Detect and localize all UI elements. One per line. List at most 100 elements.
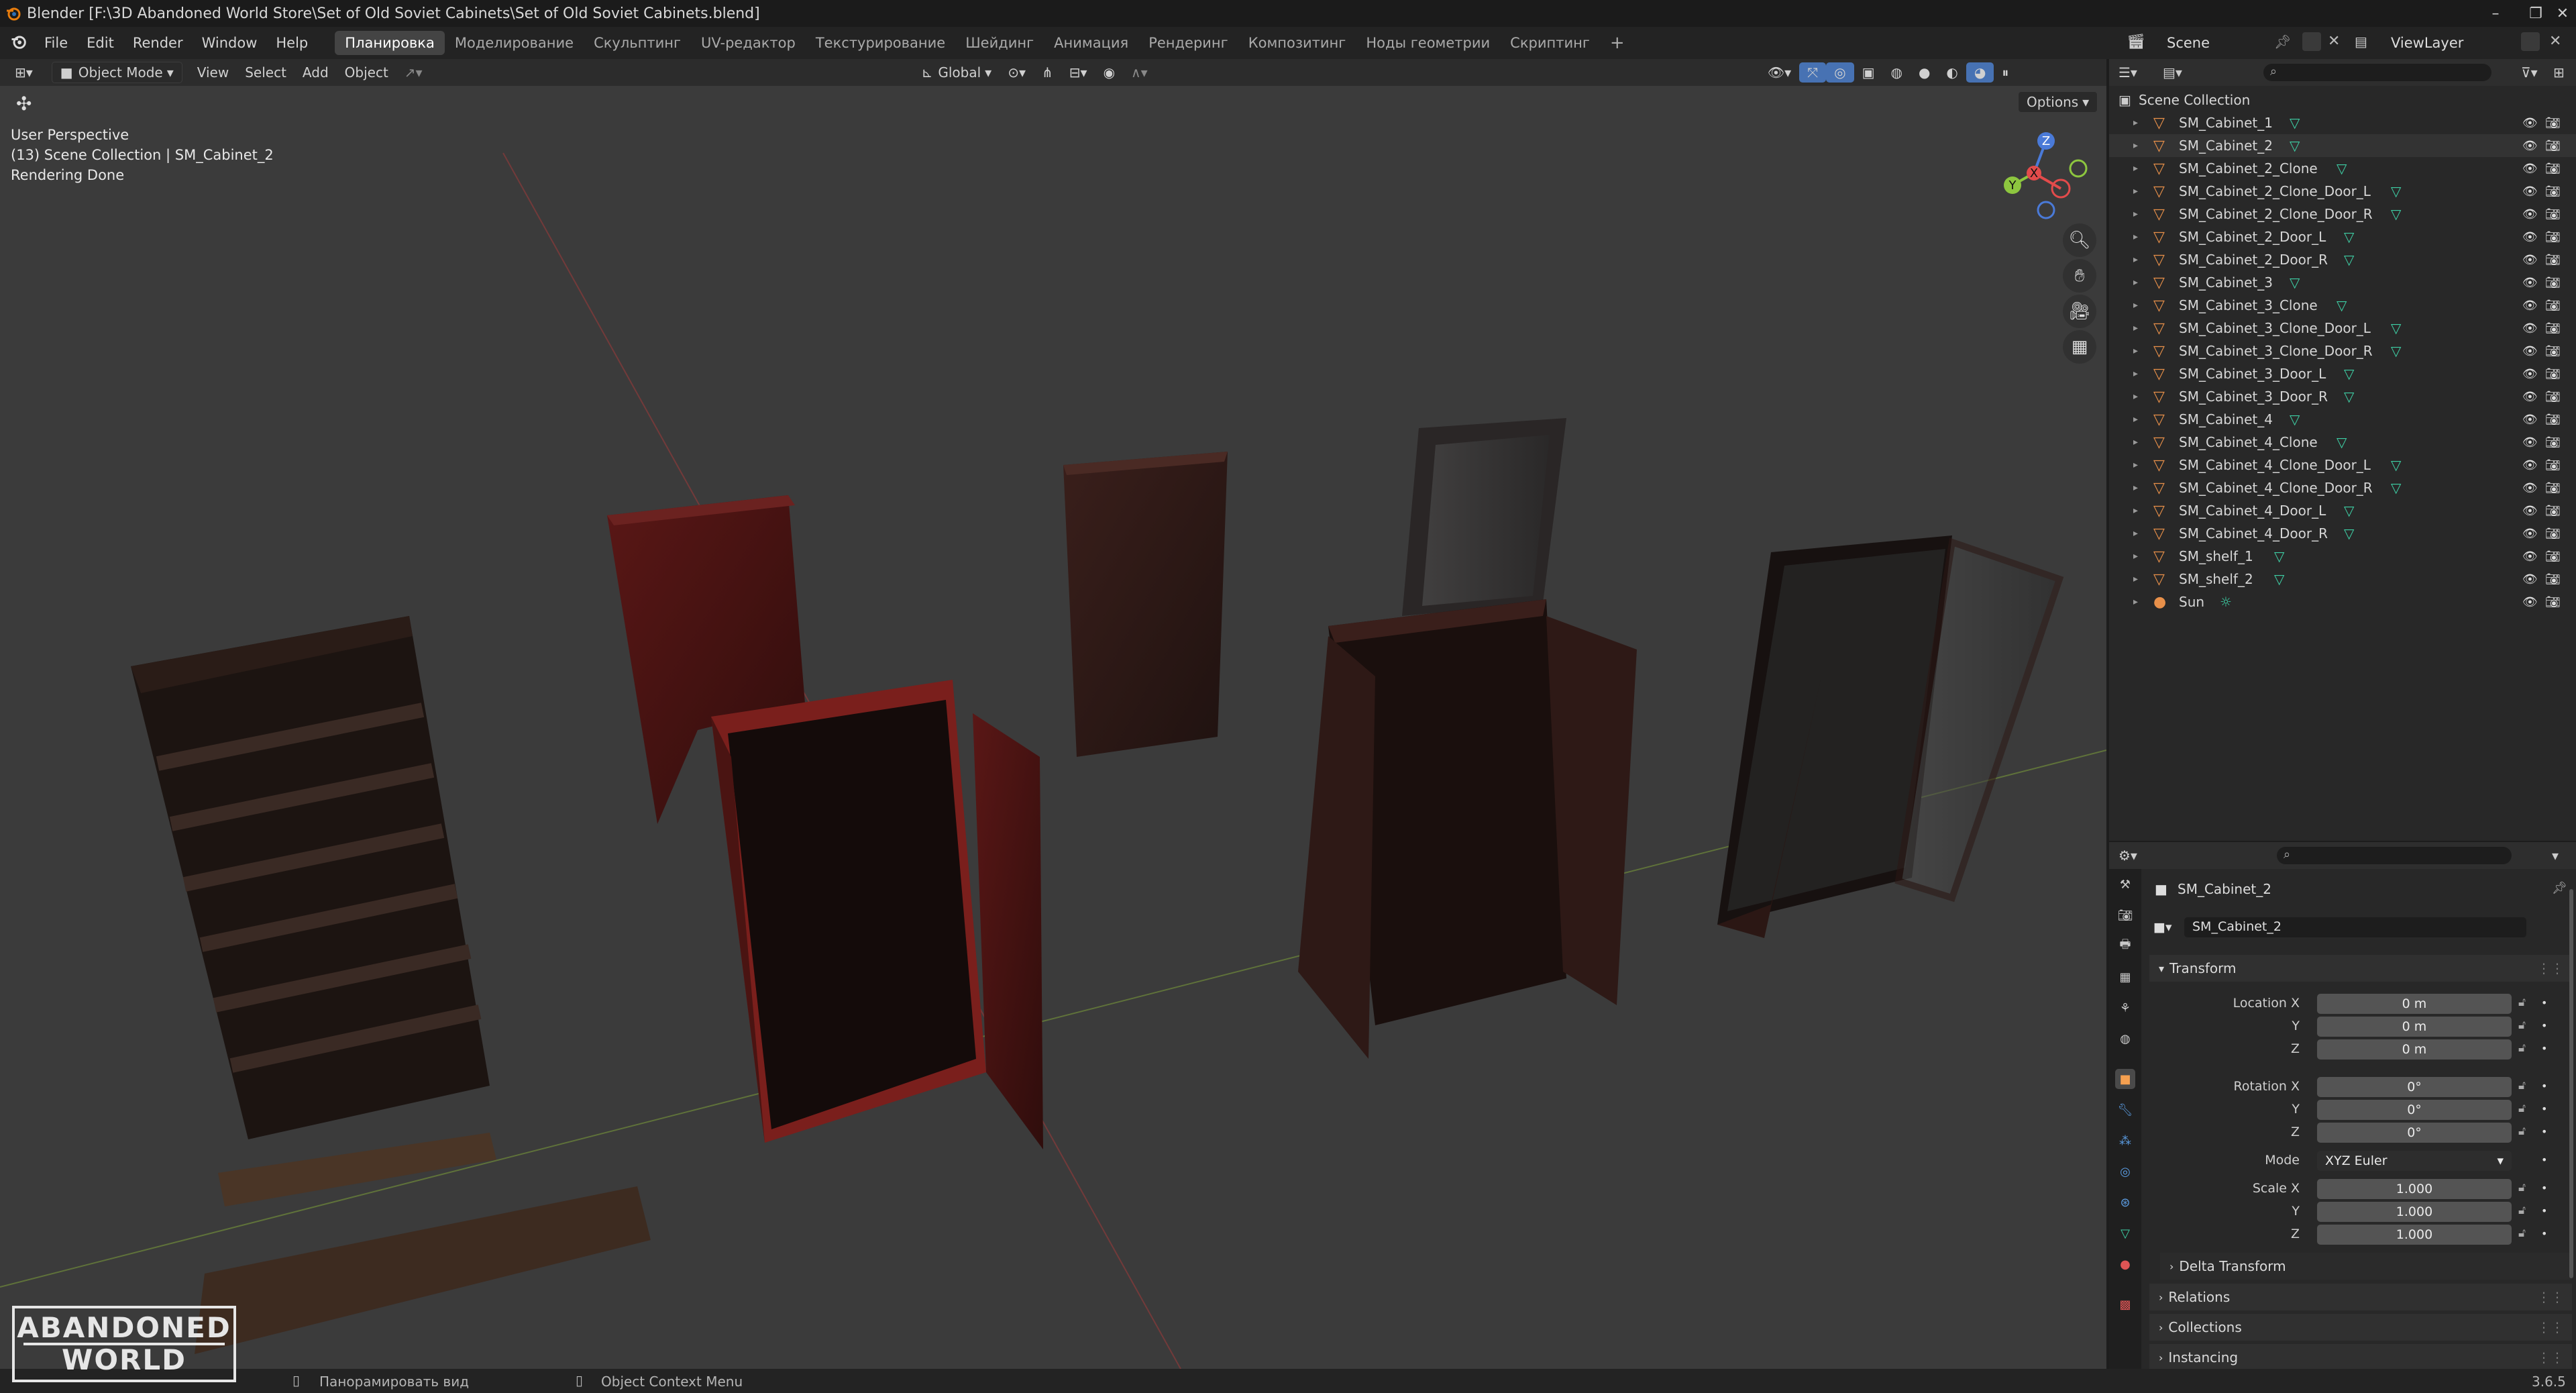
perspective-toggle-icon[interactable]: ▦ — [2063, 330, 2096, 364]
outliner-item[interactable]: ▸ ▽ SM_Cabinet_3_Clone_Door_L ▽ 👁︎ 📷︎ — [2109, 317, 2576, 340]
visibility-eye-icon[interactable]: 👁︎ — [2522, 321, 2538, 336]
drag-handle-icon[interactable]: ⋮⋮ — [2537, 960, 2564, 976]
mesh-data-tab-icon[interactable]: ▽ — [2115, 1223, 2135, 1243]
drag-handle-icon[interactable]: ⋮⋮ — [2537, 1319, 2564, 1335]
visibility-eye-icon[interactable]: 👁︎ — [2522, 139, 2538, 153]
visibility-eye-icon[interactable]: 👁︎ — [2522, 185, 2538, 199]
expand-arrow-icon[interactable]: ▸ — [2133, 117, 2138, 128]
render-camera-icon[interactable]: 📷︎ — [2545, 162, 2561, 176]
expand-arrow-icon[interactable]: ▸ — [2133, 277, 2138, 288]
keyframe-dot-icon[interactable]: • — [2541, 1227, 2547, 1240]
chevron-down-icon[interactable]: ▾ — [2552, 847, 2559, 864]
delete-scene-icon[interactable]: ✕ — [2328, 33, 2340, 50]
render-camera-icon[interactable]: 📷︎ — [2545, 276, 2561, 290]
lock-icon[interactable]: 🔓︎ — [2518, 1181, 2526, 1194]
visibility-eye-icon[interactable]: 👁︎ — [2522, 367, 2538, 381]
view-layer-name[interactable]: ViewLayer — [2391, 35, 2463, 51]
outliner-item[interactable]: ▸ ▽ SM_Cabinet_4 ▽ 👁︎ 📷︎ — [2109, 408, 2576, 431]
workspace-tab-uv-editing[interactable]: UV-редактор — [691, 31, 806, 55]
pivot-point-icon[interactable]: ⊙▾ — [1000, 62, 1034, 83]
workspace-tab-compositing[interactable]: Композитинг — [1238, 31, 1356, 55]
visibility-eye-icon[interactable]: 👁︎ — [2522, 299, 2538, 313]
render-camera-icon[interactable]: 📷︎ — [2545, 390, 2561, 404]
rotation-mode-select[interactable]: XYZ Euler ▾ — [2317, 1151, 2512, 1171]
tool-tab-icon[interactable]: ⚒ — [2115, 874, 2135, 894]
options-button[interactable]: Options ▾ — [2018, 91, 2098, 113]
expand-arrow-icon[interactable]: ▸ — [2133, 300, 2138, 311]
outliner-item[interactable]: ▸ ▽ SM_Cabinet_2_Clone_Door_R ▽ 👁︎ 📷︎ — [2109, 203, 2576, 225]
outliner-item[interactable]: ▸ ▽ SM_Cabinet_1 ▽ 👁︎ 📷︎ — [2109, 111, 2576, 134]
workspace-tab-sculpting[interactable]: Скульптинг — [584, 31, 691, 55]
lock-icon[interactable]: 🔓︎ — [2518, 1125, 2526, 1138]
rendered-shading-icon[interactable]: ◕ — [1966, 62, 1994, 83]
render-camera-icon[interactable]: 📷︎ — [2545, 572, 2561, 586]
scale-z-field[interactable]: 1.000 — [2317, 1225, 2512, 1245]
expand-arrow-icon[interactable]: ▸ — [2133, 437, 2138, 448]
lock-icon[interactable]: 🔓︎ — [2518, 1041, 2526, 1055]
keyframe-dot-icon[interactable]: • — [2541, 1182, 2547, 1194]
keyframe-dot-icon[interactable]: • — [2541, 1042, 2547, 1055]
outliner-item[interactable]: ▸ ▽ SM_Cabinet_3_Door_R ▽ 👁︎ 📷︎ — [2109, 385, 2576, 408]
delta-transform-panel-header[interactable]: › Delta Transform — [2160, 1253, 2572, 1280]
lock-icon[interactable]: 🔓︎ — [2518, 1204, 2526, 1217]
visibility-eye-icon[interactable]: 👁︎ — [2522, 458, 2538, 472]
lock-icon[interactable]: 🔓︎ — [2518, 1019, 2526, 1032]
world-tab-icon[interactable]: ◍ — [2115, 1029, 2135, 1049]
outliner-item[interactable]: ▸ ▽ SM_shelf_2 ▽ 👁︎ 📷︎ — [2109, 568, 2576, 590]
visibility-eye-icon[interactable]: 👁︎ — [2522, 344, 2538, 358]
filter-icon[interactable]: ⊽▾ — [2521, 64, 2538, 81]
modifier-tab-icon[interactable]: 🔧︎ — [2115, 1100, 2135, 1120]
render-camera-icon[interactable]: 📷︎ — [2545, 481, 2561, 495]
3d-viewport[interactable]: ⊞▾ ■ Object Mode ▾ View Select Add Objec… — [0, 59, 2106, 1369]
expand-arrow-icon[interactable]: ▸ — [2133, 460, 2138, 470]
outliner-editor-type-icon[interactable]: ☰▾ — [2118, 64, 2137, 81]
falloff-icon[interactable]: ∧▾ — [1123, 62, 1156, 83]
scale-x-field[interactable]: 1.000 — [2317, 1179, 2512, 1199]
visibility-eye-icon[interactable]: 👁︎ — [2522, 435, 2538, 450]
render-camera-icon[interactable]: 📷︎ — [2545, 139, 2561, 153]
menu-file[interactable]: File — [35, 35, 77, 51]
instancing-panel-header[interactable]: › Instancing ⋮⋮ — [2149, 1344, 2572, 1369]
expand-arrow-icon[interactable]: ▸ — [2133, 231, 2138, 242]
object-name-field[interactable]: SM_Cabinet_2 — [2184, 917, 2526, 937]
snap-mode-icon[interactable]: ↗▾ — [396, 62, 431, 83]
outliner-item[interactable]: ▸ ▽ SM_Cabinet_4_Door_R ▽ 👁︎ 📷︎ — [2109, 522, 2576, 545]
render-camera-icon[interactable]: 📷︎ — [2545, 185, 2561, 199]
location-y-field[interactable]: 0 m — [2317, 1017, 2512, 1037]
workspace-tab-shading[interactable]: Шейдинг — [955, 31, 1044, 55]
visibility-eye-icon[interactable]: 👁︎ — [2522, 572, 2538, 586]
visibility-icon[interactable]: 👁︎▾ — [1760, 62, 1799, 83]
view-layer-tab-icon[interactable]: ▦ — [2115, 967, 2135, 987]
expand-arrow-icon[interactable]: ▸ — [2133, 209, 2138, 219]
navigation-gizmo[interactable]: Z Y X — [1992, 126, 2100, 227]
material-shading-icon[interactable]: ◐ — [1938, 62, 1966, 83]
snap-target-icon[interactable]: ⊟▾ — [1061, 62, 1095, 83]
gizmo-toggle-icon[interactable]: ⤧ — [1799, 62, 1827, 83]
location-x-field[interactable]: 0 m — [2317, 994, 2512, 1014]
expand-arrow-icon[interactable]: ▸ — [2133, 186, 2138, 197]
visibility-eye-icon[interactable]: 👁︎ — [2522, 504, 2538, 518]
visibility-eye-icon[interactable]: 👁︎ — [2522, 527, 2538, 541]
visibility-eye-icon[interactable]: 👁︎ — [2522, 230, 2538, 244]
render-camera-icon[interactable]: 📷︎ — [2545, 230, 2561, 244]
properties-panel[interactable]: ⚙▾ ⌕ ▾ ⚒ 📷︎ 🖶︎ ▦ ⚘ ◍ ■ 🔧︎ ⁂ ◎ ⊛ ▽ ● ▩ ■ … — [2109, 842, 2576, 1369]
minimize-button[interactable]: – — [2475, 0, 2516, 27]
visibility-eye-icon[interactable]: 👁︎ — [2522, 162, 2538, 176]
properties-search-input[interactable]: ⌕ — [2277, 847, 2512, 864]
render-camera-icon[interactable]: 📷︎ — [2545, 253, 2561, 267]
wireframe-shading-icon[interactable]: ◍ — [1883, 62, 1911, 83]
expand-arrow-icon[interactable]: ▸ — [2133, 391, 2138, 402]
object-tab-icon[interactable]: ■ — [2115, 1069, 2135, 1089]
overlay-toggle-icon[interactable]: ◎ — [1826, 62, 1854, 83]
menu-select[interactable]: Select — [237, 62, 294, 83]
workspace-tab-geometry-nodes[interactable]: Ноды геометрии — [1356, 31, 1500, 55]
mode-selector[interactable]: ■ Object Mode ▾ — [51, 62, 182, 83]
keyframe-dot-icon[interactable]: • — [2541, 1204, 2547, 1217]
editor-type-icon[interactable]: ⊞▾ — [7, 62, 41, 83]
pause-render-icon[interactable]: ⏸ — [1994, 62, 2017, 83]
new-view-layer-icon[interactable] — [2521, 32, 2540, 51]
pin-scene-icon[interactable]: 📌︎ — [2274, 34, 2291, 50]
render-tab-icon[interactable]: 📷︎ — [2115, 905, 2135, 925]
expand-arrow-icon[interactable]: ▸ — [2133, 528, 2138, 539]
visibility-eye-icon[interactable]: 👁︎ — [2522, 413, 2538, 427]
